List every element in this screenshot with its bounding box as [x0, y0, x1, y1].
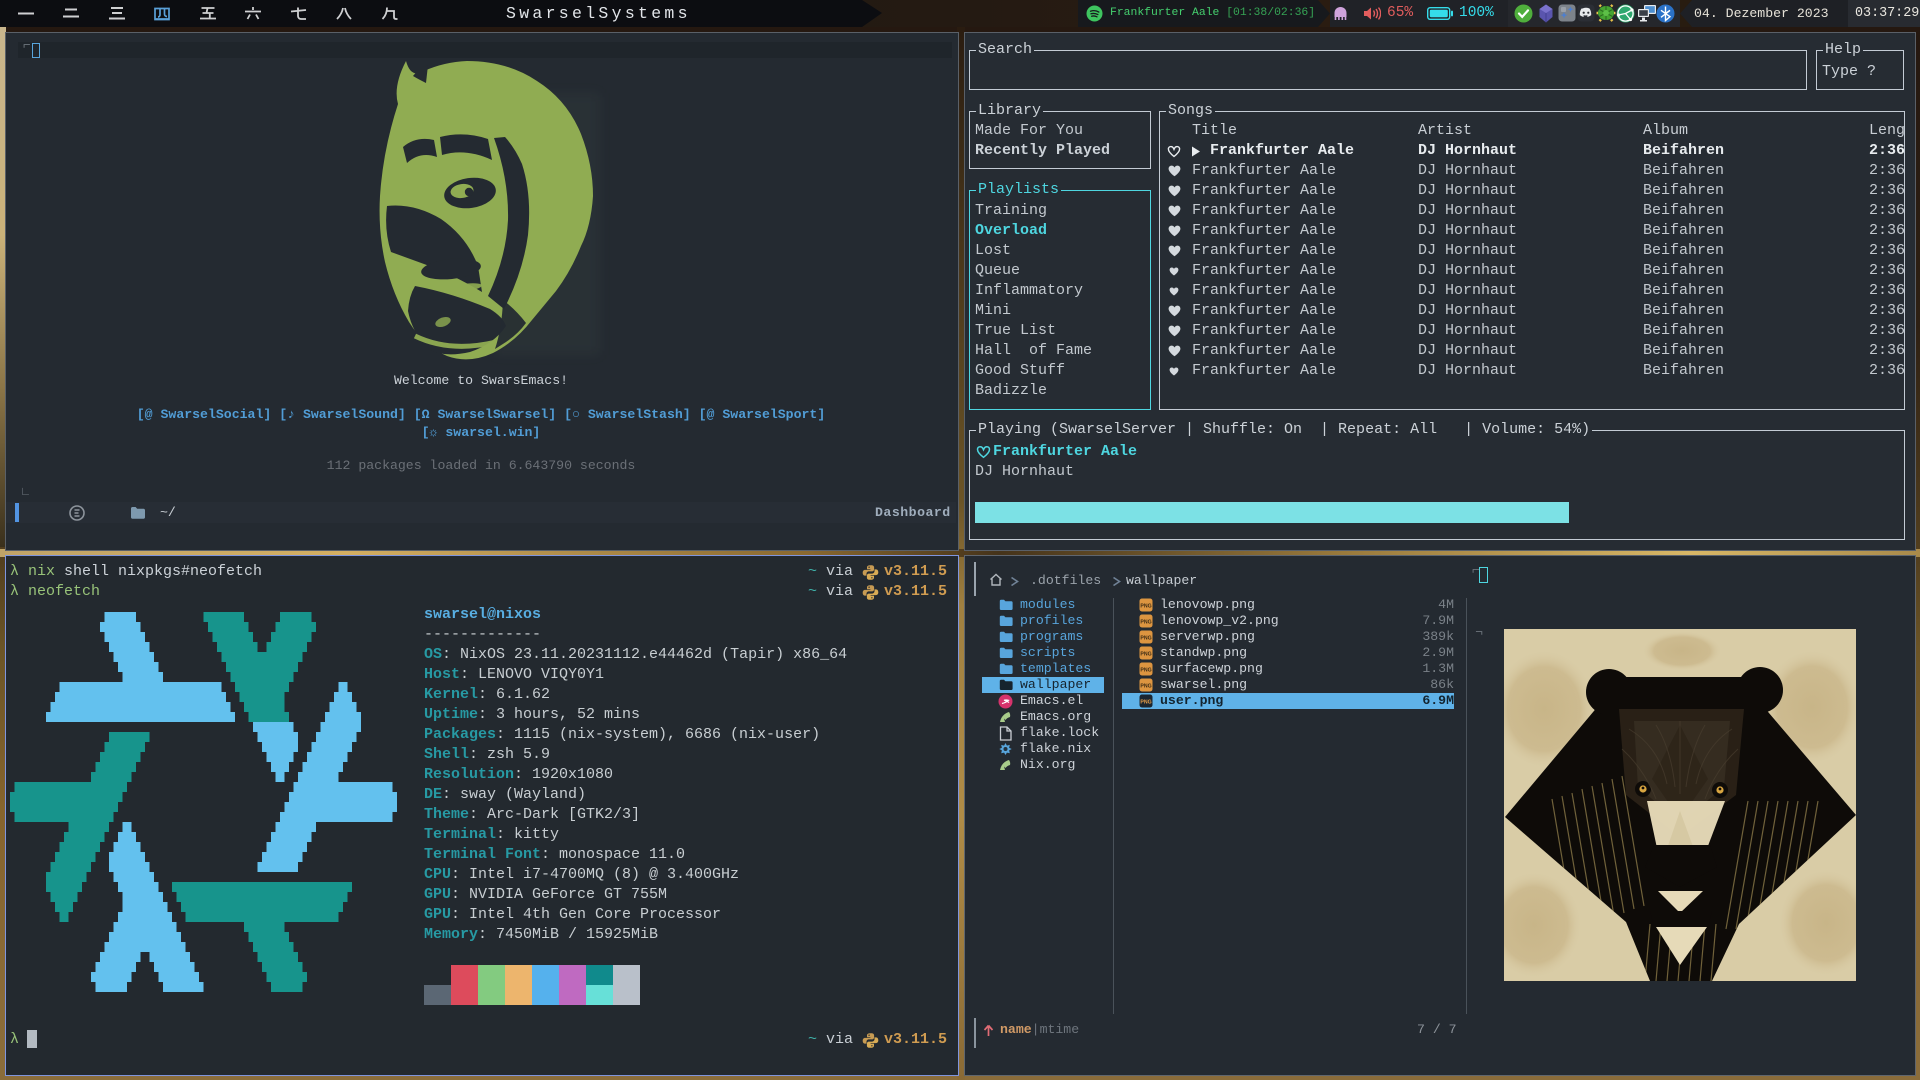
svg-text:PNG: PNG — [1140, 636, 1151, 642]
svg-text:PNG: PNG — [1140, 700, 1151, 706]
svg-text:PNG: PNG — [1140, 684, 1151, 690]
svg-text:PNG: PNG — [1140, 604, 1151, 610]
svg-text:PNG: PNG — [1140, 652, 1151, 658]
svg-text:PNG: PNG — [1140, 668, 1151, 674]
svg-text:PNG: PNG — [1140, 620, 1151, 626]
